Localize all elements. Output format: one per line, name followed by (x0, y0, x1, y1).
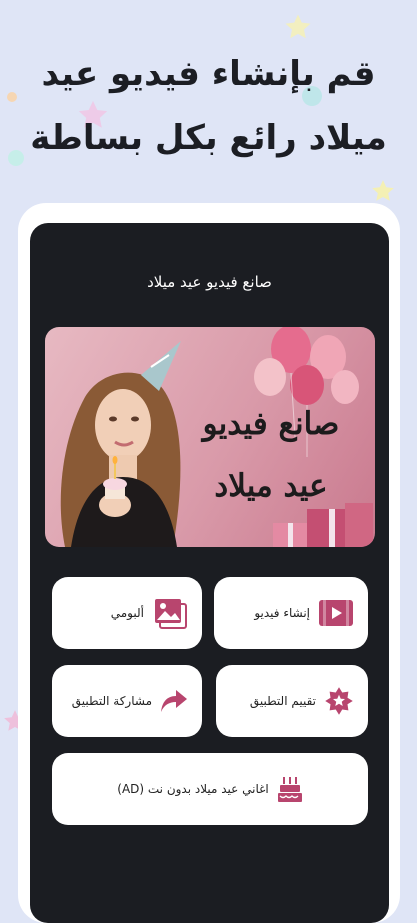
birthday-songs-button[interactable]: اغاني عيد ميلاد بدون نت (AD) (52, 753, 368, 825)
birthday-cake-icon (277, 775, 303, 803)
confetti-star-icon (285, 14, 311, 39)
app-screen: صانع فيديو عيد ميلاد صانع فيديو عيد ميلا… (30, 223, 389, 923)
banner-title-line-1: صانع فيديو (202, 406, 340, 442)
headline-line-2: ميلاد رائع بكل بساطة (30, 118, 387, 158)
gallery-icon (152, 596, 188, 630)
video-icon (318, 598, 354, 628)
headline-line-1: قم بإنشاء فيديو عيد (41, 54, 376, 94)
star-badge-icon (324, 686, 354, 716)
share-arrow-icon (160, 688, 188, 714)
app-title: صانع فيديو عيد ميلاد (147, 273, 272, 291)
share-app-label: مشاركة التطبيق (71, 694, 152, 708)
share-app-button[interactable]: مشاركة التطبيق (52, 665, 202, 737)
create-video-label: إنشاء فيديو (254, 606, 310, 620)
birthday-songs-label: اغاني عيد ميلاد بدون نت (AD) (117, 782, 269, 796)
banner-title-line-2: عيد ميلاد (214, 468, 328, 504)
promo-headline: قم بإنشاء فيديو عيد ميلاد رائع بكل بساطة (0, 42, 417, 170)
banner-title: صانع فيديو عيد ميلاد (181, 393, 361, 517)
confetti-star-icon (372, 180, 394, 201)
rate-app-label: تقييم التطبيق (249, 694, 316, 708)
rate-app-button[interactable]: تقييم التطبيق (216, 665, 368, 737)
create-video-button[interactable]: إنشاء فيديو (214, 577, 368, 649)
my-album-button[interactable]: ألبومي (52, 577, 202, 649)
my-album-label: ألبومي (110, 606, 144, 620)
app-banner: صانع فيديو عيد ميلاد (45, 327, 375, 547)
